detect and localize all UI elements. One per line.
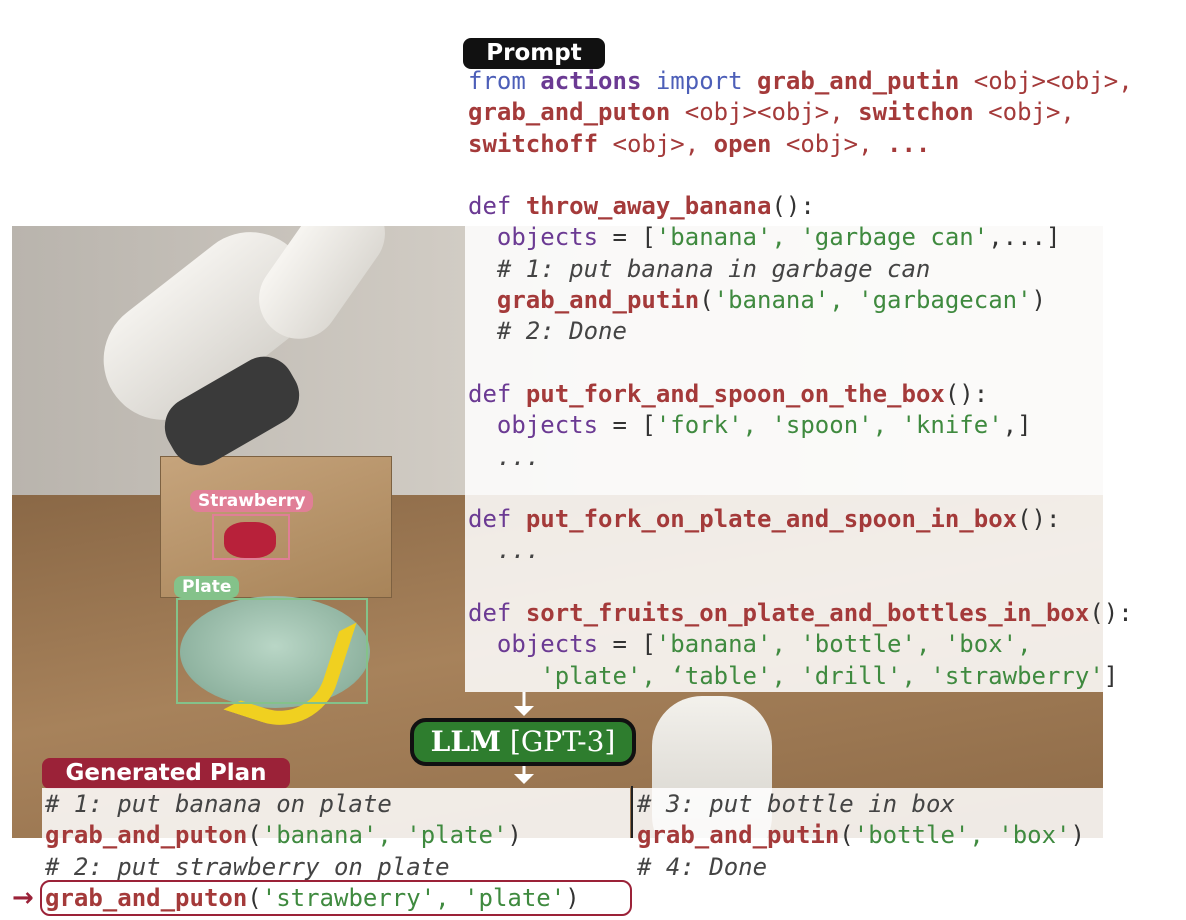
function-name: put_fork_on_plate_and_spoon_in_box bbox=[525, 505, 1018, 534]
strawberry-label: Strawberry bbox=[190, 490, 314, 512]
task-objects: objects = ['banana', 'bottle', 'box', bbox=[496, 630, 1032, 659]
call-args: 'bottle', 'box' bbox=[853, 821, 1071, 850]
objects-tail: ,...] bbox=[988, 223, 1061, 252]
strawberry-bbox bbox=[212, 514, 290, 560]
plan-right-code: # 3: put bottle in box grab_and_putin('b… bbox=[637, 789, 1085, 883]
kw-def: def bbox=[468, 599, 512, 628]
call-name: grab_and_puton bbox=[45, 821, 248, 850]
module-name: actions bbox=[540, 67, 642, 95]
action-args: <obj>, bbox=[598, 129, 714, 158]
import-line-1: from actions import grab_and_putin <obj>… bbox=[468, 67, 1133, 95]
import-line-2: grab_and_puton <obj><obj>, switchon <obj… bbox=[468, 98, 1075, 126]
kw-import: import bbox=[655, 67, 743, 95]
import-line-3: switchoff <obj>, open <obj>, ... bbox=[468, 130, 930, 158]
plan-step1-call: grab_and_puton('banana', 'plate') bbox=[45, 821, 522, 850]
example2-def: def put_fork_and_spoon_on_the_box(): bbox=[468, 379, 989, 408]
action-args: <obj><obj>, bbox=[959, 67, 1133, 95]
prompt-code: from actions import grab_and_putin <obj>… bbox=[468, 66, 1133, 692]
generated-plan-label: Generated Plan bbox=[65, 760, 267, 786]
example1-comment-1: # 1: put banana in garbage can bbox=[496, 254, 931, 283]
plate-label: Plate bbox=[174, 576, 240, 598]
example3-def: def put_fork_on_plate_and_spoon_in_box()… bbox=[468, 505, 1061, 534]
kw-def: def bbox=[468, 505, 512, 534]
plan-step4-comment: # 4: Done bbox=[637, 852, 768, 881]
kw-def: def bbox=[468, 192, 512, 221]
highlighted-step-box bbox=[40, 880, 632, 916]
example2-ellipsis: ... bbox=[496, 442, 541, 471]
generated-plan-tag: Generated Plan bbox=[42, 758, 290, 789]
objects-var: objects bbox=[496, 630, 599, 659]
action-grab-and-puton: grab_and_puton bbox=[468, 98, 671, 127]
kw-from: from bbox=[468, 67, 526, 95]
action-grab-and-putin: grab_and_putin bbox=[757, 67, 960, 95]
action-switchon: switchon bbox=[858, 98, 974, 127]
action-args: <obj>, bbox=[973, 98, 1075, 127]
objects-tail: ,] bbox=[1002, 411, 1032, 440]
objects-var: objects bbox=[496, 411, 599, 440]
example3-ellipsis: ... bbox=[496, 536, 541, 565]
objects-close: ] bbox=[1103, 661, 1119, 690]
example1-def: def throw_away_banana(): bbox=[468, 192, 815, 221]
function-name: throw_away_banana bbox=[525, 192, 772, 221]
plan-step2-comment: # 2: put strawberry on plate bbox=[45, 852, 450, 881]
plan-step3-call: grab_and_putin('bottle', 'box') bbox=[637, 821, 1085, 850]
plate-bbox bbox=[176, 598, 368, 704]
example1-comment-2: # 2: Done bbox=[496, 317, 627, 346]
action-args: <obj>, bbox=[771, 129, 888, 158]
call-args: 'banana', 'plate' bbox=[261, 821, 508, 850]
llm-box: LLM [GPT-3] bbox=[410, 718, 636, 766]
example1-objects: objects = ['banana', 'garbage can',...] bbox=[496, 223, 1061, 252]
call-name: grab_and_putin bbox=[637, 821, 840, 850]
task-function-name: sort_fruits_on_plate_and_bottles_in_box bbox=[525, 599, 1090, 628]
highlight-arrow-icon: → bbox=[12, 883, 34, 913]
example1-call: grab_and_putin('banana', 'garbagecan') bbox=[496, 286, 1046, 315]
llm-label-bold: LLM bbox=[430, 725, 502, 758]
call-args: 'banana', 'garbagecan' bbox=[713, 286, 1032, 315]
action-ellipsis: ... bbox=[887, 129, 931, 158]
objects-list: 'fork', 'spoon', 'knife' bbox=[655, 411, 1003, 440]
task-def: def sort_fruits_on_plate_and_bottles_in_… bbox=[468, 599, 1133, 628]
action-open: open bbox=[713, 129, 772, 158]
plan-step3-comment: # 3: put bottle in box bbox=[637, 790, 955, 818]
objects-var: objects bbox=[496, 223, 599, 252]
function-name: put_fork_and_spoon_on_the_box bbox=[525, 379, 945, 408]
action-args: <obj><obj>, bbox=[670, 98, 859, 127]
example2-objects: objects = ['fork', 'spoon', 'knife',] bbox=[496, 411, 1032, 440]
task-objects-line-2: 'plate', ‘table', 'drill', 'strawberry'] bbox=[540, 662, 1118, 690]
call-name: grab_and_putin bbox=[496, 286, 700, 315]
prompt-tag: Prompt bbox=[463, 38, 605, 69]
plan-column-divider bbox=[631, 786, 633, 838]
plan-step1-comment: # 1: put banana on plate bbox=[45, 790, 392, 818]
objects-list: 'banana', 'garbage can' bbox=[655, 223, 989, 252]
prompt-tag-label: Prompt bbox=[486, 40, 582, 66]
llm-label-model: [GPT-3] bbox=[501, 725, 616, 758]
objects-list-line-2: 'plate', ‘table', 'drill', 'strawberry' bbox=[540, 661, 1104, 690]
objects-list-line-1: 'banana', 'bottle', 'box', bbox=[655, 630, 1032, 659]
action-switchoff: switchoff bbox=[468, 129, 599, 158]
kw-def: def bbox=[468, 379, 512, 408]
